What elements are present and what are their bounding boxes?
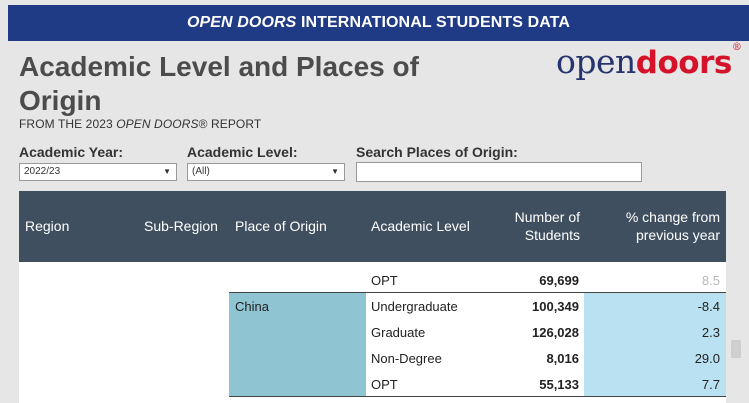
- divider: [229, 292, 726, 293]
- row-number: 55,133: [539, 377, 579, 392]
- row-level: Non-Degree: [371, 351, 442, 366]
- divider: [229, 396, 726, 397]
- row-level: OPT: [371, 377, 398, 392]
- academic-year-label: Academic Year:: [19, 144, 124, 160]
- row-pct: 7.7: [701, 377, 720, 392]
- header-banner: OPEN DOORS INTERNATIONAL STUDENTS DATA: [8, 5, 749, 41]
- row-number: 100,349: [532, 299, 579, 314]
- row-number: 126,028: [532, 325, 579, 340]
- academic-year-select[interactable]: 2022/23 ▼: [19, 163, 177, 181]
- banner-text: INTERNATIONAL STUDENTS DATA: [296, 14, 571, 31]
- column-sub-region[interactable]: Sub-Region: [144, 217, 218, 235]
- top-row-level: OPT: [371, 273, 398, 288]
- chevron-down-icon: ▼: [331, 167, 339, 176]
- page-title: Academic Level and Places of Origin: [19, 51, 419, 116]
- search-places-input[interactable]: [356, 162, 642, 182]
- logo-doors: doors: [635, 45, 733, 81]
- search-label: Search Places of Origin:: [356, 144, 518, 160]
- open-doors-logo: opendoors®: [556, 42, 742, 81]
- academic-level-label: Academic Level:: [187, 144, 298, 160]
- column-pct-change[interactable]: % change from previous year: [590, 208, 720, 244]
- column-number-of-students[interactable]: Number of Students: [480, 208, 580, 244]
- row-pct: 29.0: [694, 351, 720, 366]
- column-region[interactable]: Region: [25, 217, 69, 235]
- academic-year-value: 2022/23: [24, 166, 61, 177]
- row-level: Graduate: [371, 325, 426, 340]
- chevron-down-icon: ▼: [163, 167, 171, 176]
- top-row-pct: 8.5: [701, 273, 720, 288]
- column-place-of-origin[interactable]: Place of Origin: [235, 217, 327, 235]
- banner-italic: OPEN DOORS: [186, 14, 297, 31]
- subtitle-prefix: FROM THE 2023: [19, 117, 117, 131]
- subtitle-italic: OPEN DOORS: [116, 117, 199, 131]
- logo-open: open: [556, 42, 636, 81]
- row-pct: 2.3: [701, 325, 720, 340]
- place-name: China: [235, 299, 269, 314]
- report-subtitle: FROM THE 2023 OPEN DOORS® REPORT: [19, 117, 261, 131]
- scrollbar-thumb[interactable]: [731, 340, 741, 358]
- row-number: 8,016: [546, 351, 579, 366]
- academic-level-select[interactable]: (All) ▼: [187, 163, 345, 181]
- academic-level-value: (All): [192, 166, 210, 177]
- place-cell-china[interactable]: China: [229, 293, 366, 397]
- column-academic-level[interactable]: Academic Level: [371, 217, 470, 235]
- row-level: Undergraduate: [371, 299, 458, 314]
- pct-header-line1: % change from: [625, 209, 720, 225]
- pct-header-line2: previous year: [635, 227, 720, 243]
- row-pct: -8.4: [697, 299, 720, 314]
- number-header-line2: Students: [524, 227, 580, 243]
- number-header-line1: Number of: [514, 209, 580, 225]
- table-header: Region Sub-Region Place of Origin Academ…: [19, 191, 726, 262]
- logo-reg: ®: [731, 42, 742, 53]
- top-row-number: 69,699: [539, 273, 579, 288]
- subtitle-suffix: ® REPORT: [198, 117, 262, 131]
